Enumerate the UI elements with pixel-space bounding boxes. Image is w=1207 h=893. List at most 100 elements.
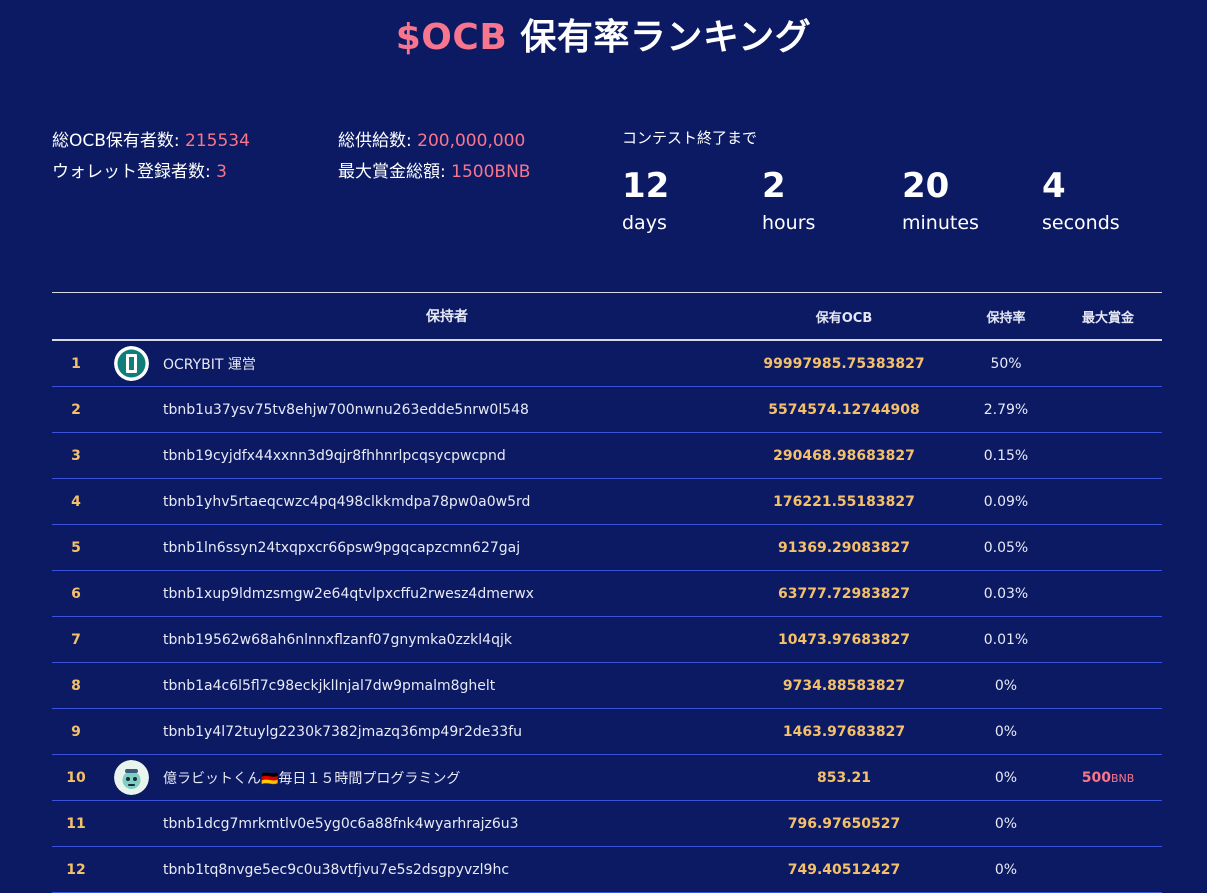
holding-rate: 0.09% [983, 493, 1029, 510]
holding-rate: 50% [990, 355, 1022, 372]
table-row[interactable]: 5 tbnb1ln6ssyn24txqpxcr66psw9pgqcapzcmn62… [52, 525, 1162, 571]
holder-name[interactable]: tbnb19cyjdfx44xxnn3d9qjr8fhhnrlpcqsycpwc… [163, 448, 731, 464]
rank-cell: 3 [71, 447, 81, 464]
ocrybit-logo-icon [114, 346, 149, 381]
page-title: $OCB 保有率ランキング [0, 14, 1207, 62]
holder-name[interactable]: OCRYBIT 運営 [163, 354, 731, 374]
table-row[interactable]: 4 tbnb1yhv5rtaeqcwzc4pq498clkkmdpa78pw0a0… [52, 479, 1162, 525]
table-row[interactable]: 1 OCRYBIT 運営 99997985.75383827 50% [52, 341, 1162, 387]
contest-countdown: コンテスト終了まで 12 days 2 hours 20 minutes 4 s… [622, 126, 1182, 238]
countdown-days: 12 days [622, 166, 762, 238]
header-holder[interactable]: 保持者 [163, 306, 731, 326]
countdown-label: コンテスト終了まで [622, 129, 758, 147]
avatar-cell [100, 346, 163, 381]
countdown-seconds-label: seconds [1042, 212, 1120, 234]
holder-name[interactable]: tbnb1ln6ssyn24txqpxcr66psw9pgqcapzcmn627… [163, 540, 731, 556]
table-body: 1 OCRYBIT 運営 99997985.75383827 50% 2 tbnb1u37… [52, 341, 1162, 893]
rank-cell: 1 [71, 355, 81, 372]
countdown-minutes-value: 20 [902, 166, 950, 206]
ranking-table: 保持者 保有OCB 保持率 最大賞金 1 OCRYBIT 運営 99997985.7… [52, 292, 1162, 893]
rank-cell: 10 [66, 769, 86, 786]
holding-amount: 290468.98683827 [773, 447, 915, 464]
holder-name[interactable]: tbnb1xup9ldmzsmgw2e64qtvlpxcffu2rwesz4dm… [163, 586, 731, 602]
wallet-registered-value: 3 [216, 162, 227, 182]
holding-rate: 0.05% [983, 539, 1029, 556]
total-supply-value: 200,000,000 [417, 131, 526, 151]
total-holders-label: 総OCB保有者数: [52, 131, 186, 151]
rank-cell: 5 [71, 539, 81, 556]
holding-amount: 99997985.75383827 [763, 355, 925, 372]
holding-rate: 2.79% [983, 401, 1029, 418]
total-supply-label: 総供給数: [338, 131, 418, 151]
wallet-registered-stat: ウォレット登録者数: 3 [52, 157, 250, 188]
countdown-units: 12 days 2 hours 20 minutes 4 seconds [622, 166, 1182, 238]
rabbit-avatar-icon [114, 760, 149, 795]
holding-rate: 0% [994, 861, 1018, 878]
countdown-seconds: 4 seconds [1042, 166, 1182, 238]
holding-amount: 63777.72983827 [778, 585, 910, 602]
rank-cell: 6 [71, 585, 81, 602]
supply-stats: 総供給数: 200,000,000 最大賞金総額: 1500BNB [338, 126, 530, 188]
countdown-days-label: days [622, 212, 667, 234]
table-row[interactable]: 6 tbnb1xup9ldmzsmgw2e64qtvlpxcffu2rwesz4d… [52, 571, 1162, 617]
holder-name[interactable]: tbnb19562w68ah6nlnnxflzanf07gnymka0zzkl4… [163, 632, 731, 648]
countdown-hours-label: hours [762, 212, 816, 234]
rank-cell: 2 [71, 401, 81, 418]
avatar-cell [100, 760, 163, 795]
holding-rate: 0.03% [983, 585, 1029, 602]
total-supply-stat: 総供給数: 200,000,000 [338, 126, 530, 157]
holding-rate: 0.15% [983, 447, 1029, 464]
holding-rate: 0.01% [983, 631, 1029, 648]
max-prize-label: 最大賞金総額: [338, 162, 452, 182]
holding-amount: 5574574.12744908 [768, 401, 920, 418]
countdown-seconds-value: 4 [1042, 166, 1066, 206]
table-row[interactable]: 10 億ラビットくん🇩🇪毎日１５時間プログラミング 853.21 0% 500BNB [52, 755, 1162, 801]
total-holders-stat: 総OCB保有者数: 215534 [52, 126, 250, 157]
table-row[interactable]: 8 tbnb1a4c6l5fl7c98eckjklInjal7dw9pmalm8g… [52, 663, 1162, 709]
holder-name[interactable]: tbnb1tq8nvge5ec9c0u38vtfjvu7e5s2dsgpyvzl… [163, 862, 731, 878]
prize-cell: 500BNB [1055, 770, 1161, 786]
rank-cell: 12 [66, 861, 86, 878]
header-prize[interactable]: 最大賞金 [1055, 307, 1161, 326]
holder-name[interactable]: tbnb1dcg7mrkmtlv0e5yg0c6a88fnk4wyarhrajz… [163, 816, 731, 832]
holding-rate: 0% [994, 723, 1018, 740]
countdown-minutes-label: minutes [902, 212, 979, 234]
holding-amount: 749.40512427 [787, 861, 901, 878]
title-text: 保有率ランキング [520, 17, 812, 58]
rank-cell: 8 [71, 677, 81, 694]
title-token: $OCB [395, 17, 508, 58]
header-rate[interactable]: 保持率 [957, 307, 1055, 326]
holder-name[interactable]: tbnb1a4c6l5fl7c98eckjklInjal7dw9pmalm8gh… [163, 678, 731, 694]
holder-stats: 総OCB保有者数: 215534 ウォレット登録者数: 3 [52, 126, 250, 188]
total-holders-value: 215534 [185, 131, 250, 151]
table-row[interactable]: 7 tbnb19562w68ah6nlnnxflzanf07gnymka0zzkl… [52, 617, 1162, 663]
holding-amount: 10473.97683827 [778, 631, 910, 648]
table-row[interactable]: 3 tbnb19cyjdfx44xxnn3d9qjr8fhhnrlpcqsycpw… [52, 433, 1162, 479]
holding-amount: 9734.88583827 [782, 677, 906, 694]
countdown-hours: 2 hours [762, 166, 902, 238]
rank-cell: 4 [71, 493, 81, 510]
prize-amount: 500 [1081, 769, 1111, 786]
rank-cell: 11 [66, 815, 86, 832]
table-row[interactable]: 12 tbnb1tq8nvge5ec9c0u38vtfjvu7e5s2dsgpyv… [52, 847, 1162, 893]
countdown-hours-value: 2 [762, 166, 786, 206]
table-row[interactable]: 9 tbnb1y4l72tuylg2230k7382jmazq36mp49r2de… [52, 709, 1162, 755]
header-holding[interactable]: 保有OCB [731, 307, 957, 326]
max-prize-stat: 最大賞金総額: 1500BNB [338, 157, 530, 188]
holding-rate: 0% [994, 769, 1018, 786]
holding-amount: 853.21 [816, 769, 872, 786]
wallet-registered-label: ウォレット登録者数: [52, 162, 217, 182]
holder-name[interactable]: tbnb1yhv5rtaeqcwzc4pq498clkkmdpa78pw0a0w… [163, 494, 731, 510]
rank-cell: 9 [71, 723, 81, 740]
holding-amount: 1463.97683827 [782, 723, 906, 740]
holder-name[interactable]: 億ラビットくん🇩🇪毎日１５時間プログラミング [163, 768, 731, 788]
table-header: 保持者 保有OCB 保持率 最大賞金 [52, 293, 1162, 341]
table-row[interactable]: 11 tbnb1dcg7mrkmtlv0e5yg0c6a88fnk4wyarhra… [52, 801, 1162, 847]
holding-amount: 796.97650527 [787, 815, 901, 832]
holder-name[interactable]: tbnb1u37ysv75tv8ehjw700nwnu263edde5nrw0l… [163, 402, 731, 418]
table-row[interactable]: 2 tbnb1u37ysv75tv8ehjw700nwnu263edde5nrw0… [52, 387, 1162, 433]
countdown-minutes: 20 minutes [902, 166, 1042, 238]
rank-cell: 7 [71, 631, 81, 648]
max-prize-value: 1500BNB [451, 162, 531, 182]
holder-name[interactable]: tbnb1y4l72tuylg2230k7382jmazq36mp49r2de3… [163, 724, 731, 740]
